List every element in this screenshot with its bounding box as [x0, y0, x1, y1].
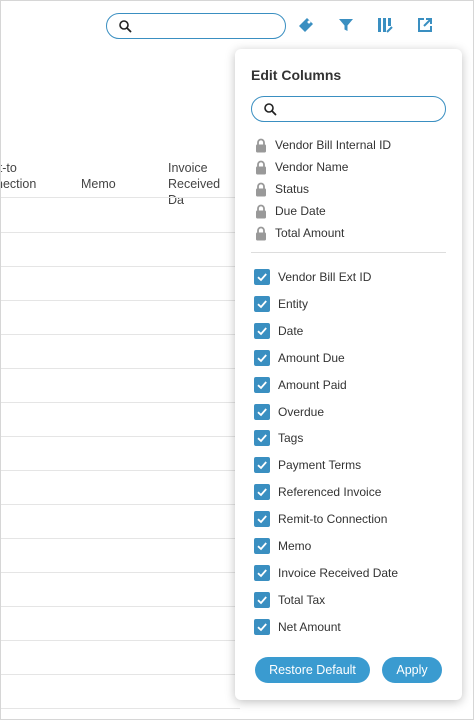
- table-row-divider: [0, 300, 240, 301]
- checkbox-checked-icon[interactable]: [254, 618, 270, 635]
- lock-icon: [256, 226, 266, 240]
- checkbox-checked-icon[interactable]: [254, 403, 270, 420]
- checkbox-checked-icon[interactable]: [254, 564, 270, 581]
- column-label: Overdue: [278, 404, 325, 419]
- locked-column-label: Vendor Name: [275, 160, 349, 174]
- column-header-invoice-received-date[interactable]: Invoice Received Da: [168, 160, 234, 208]
- column-checkbox-item[interactable]: Date: [254, 322, 303, 340]
- edit-columns-panel: Edit Columns Vendor Bill Internal ID Vend…: [235, 49, 462, 700]
- column-header-remit-to[interactable]: it-to nection: [0, 160, 56, 192]
- column-label: Invoice Received Date: [278, 565, 399, 580]
- column-label: Total Tax: [278, 592, 326, 607]
- lock-icon: [256, 182, 266, 196]
- table-row-divider: [0, 538, 240, 539]
- table-row-divider: [0, 402, 240, 403]
- lock-icon: [256, 160, 266, 174]
- column-header-memo[interactable]: Memo: [81, 176, 116, 192]
- column-label: Amount Paid: [278, 377, 347, 392]
- column-checkbox-item[interactable]: Overdue: [254, 403, 324, 421]
- table-row-divider: [0, 368, 240, 369]
- checkbox-checked-icon[interactable]: [254, 322, 270, 339]
- column-label: Payment Terms: [278, 458, 362, 473]
- checkbox-checked-icon[interactable]: [254, 295, 270, 312]
- divider: [251, 252, 446, 253]
- column-checkbox-item[interactable]: Memo: [254, 537, 311, 555]
- table-row-divider: [0, 640, 240, 641]
- table-row-divider: [0, 334, 240, 335]
- column-label: Referenced Invoice: [278, 485, 382, 500]
- checkbox-checked-icon[interactable]: [254, 269, 270, 285]
- tag-icon[interactable]: [295, 14, 317, 36]
- column-label: Date: [278, 323, 304, 338]
- locked-column-label: Status: [275, 182, 310, 196]
- column-checkbox-item[interactable]: Total Tax: [254, 591, 325, 609]
- column-label: Amount Due: [278, 350, 345, 365]
- checkbox-checked-icon[interactable]: [254, 457, 270, 474]
- table-row-divider: [0, 708, 240, 709]
- table-row-divider: [0, 197, 240, 198]
- restore-default-button[interactable]: Restore Default: [255, 657, 370, 683]
- table-row-divider: [0, 436, 240, 437]
- columns-icon[interactable]: [374, 14, 396, 36]
- column-label: Remit-to Connection: [278, 512, 388, 527]
- checkbox-checked-icon[interactable]: [254, 349, 270, 366]
- checkbox-checked-icon[interactable]: [254, 511, 270, 528]
- table-row-divider: [0, 606, 240, 607]
- checkbox-checked-icon[interactable]: [254, 430, 270, 447]
- search-icon: [119, 20, 132, 33]
- table-row-divider: [0, 470, 240, 471]
- filter-icon[interactable]: [335, 14, 357, 36]
- column-label: Memo: [278, 539, 312, 553]
- search-icon: [264, 103, 277, 116]
- column-label: Tags: [278, 431, 304, 446]
- column-label: Entity: [278, 296, 309, 311]
- column-checkbox-item[interactable]: Amount Due: [254, 349, 345, 367]
- lock-icon: [256, 204, 266, 218]
- locked-column-item: Due Date: [255, 203, 326, 219]
- table-row-divider: [0, 232, 240, 233]
- column-checkbox-item[interactable]: Vendor Bill Ext ID: [254, 268, 371, 286]
- locked-column-item: Status: [255, 181, 309, 197]
- export-icon[interactable]: [414, 14, 436, 36]
- checkbox-checked-icon[interactable]: [254, 538, 270, 554]
- locked-column-item: Total Amount: [255, 225, 344, 241]
- locked-column-item: Vendor Name: [255, 159, 348, 175]
- lock-icon: [256, 138, 266, 152]
- column-checkbox-item[interactable]: Tags: [254, 429, 303, 447]
- apply-button[interactable]: Apply: [382, 657, 442, 683]
- column-search-input[interactable]: [251, 96, 446, 122]
- locked-column-label: Due Date: [275, 204, 326, 218]
- search-input[interactable]: [106, 13, 286, 39]
- column-checkbox-item[interactable]: Referenced Invoice: [254, 483, 381, 501]
- checkbox-checked-icon[interactable]: [254, 376, 270, 393]
- locked-column-label: Total Amount: [275, 226, 345, 240]
- locked-column-label: Vendor Bill Internal ID: [275, 138, 392, 152]
- table-row-divider: [0, 674, 240, 675]
- column-checkbox-item[interactable]: Amount Paid: [254, 376, 347, 394]
- column-checkbox-item[interactable]: Payment Terms: [254, 456, 361, 474]
- table-row-divider: [0, 266, 240, 267]
- checkbox-checked-icon[interactable]: [254, 484, 270, 501]
- column-checkbox-item[interactable]: Entity: [254, 295, 308, 313]
- locked-column-item: Vendor Bill Internal ID: [255, 137, 391, 153]
- panel-title: Edit Columns: [251, 67, 342, 83]
- column-label: Net Amount: [278, 619, 341, 634]
- column-label: Vendor Bill Ext ID: [278, 270, 372, 284]
- table-row-divider: [0, 504, 240, 505]
- column-checkbox-item[interactable]: Remit-to Connection: [254, 510, 387, 528]
- column-checkbox-item[interactable]: Invoice Received Date: [254, 564, 398, 582]
- table-row-divider: [0, 572, 240, 573]
- column-checkbox-item[interactable]: Net Amount: [254, 618, 341, 636]
- checkbox-checked-icon[interactable]: [254, 591, 270, 608]
